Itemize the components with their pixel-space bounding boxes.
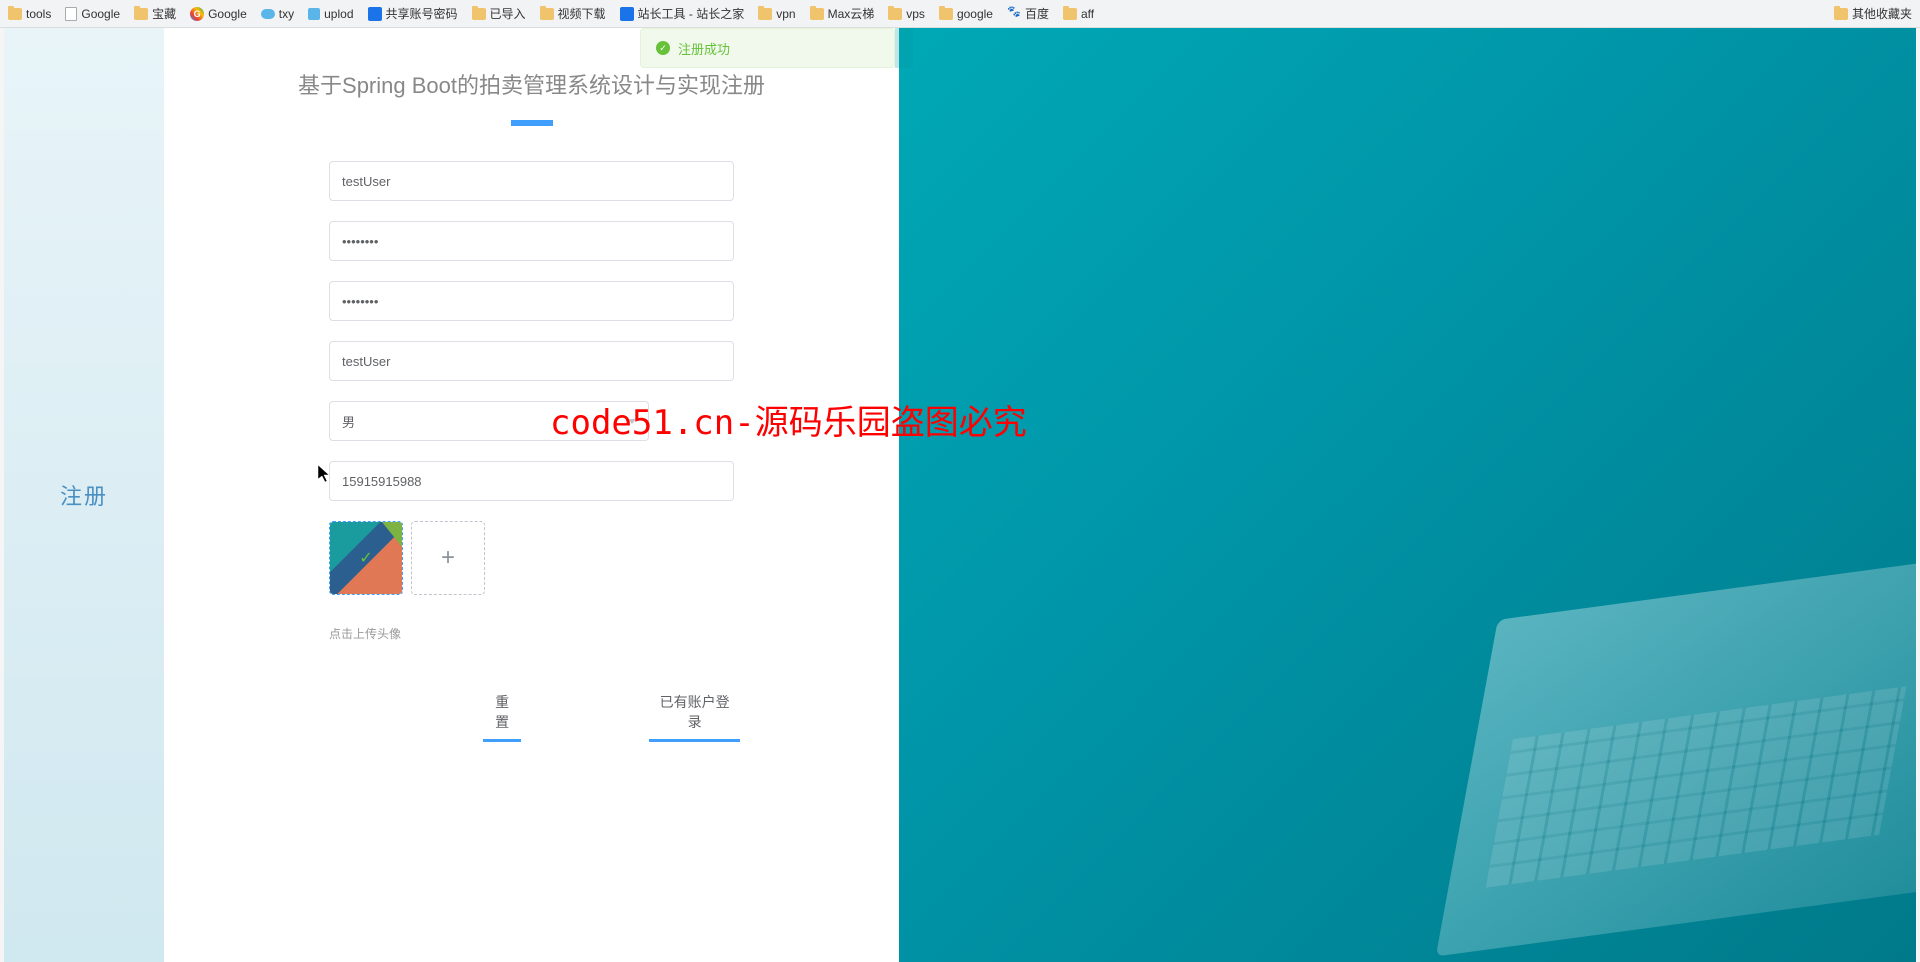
folder-icon [540, 8, 554, 20]
bookmark-label: aff [1081, 7, 1094, 21]
folder-icon [810, 8, 824, 20]
bookmark-left-group: tools Google 宝藏 G Google txy uplod 共享账号密码… [8, 5, 1094, 22]
username-input[interactable] [329, 161, 734, 201]
gender-select[interactable]: 男 [329, 401, 649, 441]
app-icon [620, 7, 634, 21]
bookmark-label: 共享账号密码 [386, 5, 458, 22]
bookmark-label: 视频下载 [558, 5, 606, 22]
bookmark-label: tools [26, 7, 51, 21]
folder-icon [8, 8, 22, 20]
title-underline [511, 120, 553, 126]
bookmark-zhanzhang[interactable]: 站长工具 - 站长之家 [620, 5, 745, 22]
bookmark-max[interactable]: Max云梯 [810, 5, 875, 22]
avatar-preview[interactable]: ✓ [329, 521, 403, 595]
upload-row: ✓ + [329, 521, 734, 595]
success-toast: ✓ 注册成功 [640, 28, 895, 68]
bookmark-label: txy [279, 7, 294, 21]
chevron-down-icon [628, 419, 636, 424]
success-icon: ✓ [656, 41, 670, 55]
bookmark-imported[interactable]: 已导入 [472, 5, 526, 22]
login-link-button[interactable]: 已有账户登录 [655, 692, 734, 742]
upload-icon [308, 8, 320, 20]
bookmark-google-folder[interactable]: google [939, 7, 993, 21]
confirm-password-input[interactable] [329, 281, 734, 321]
form-area: 基于Spring Boot的拍卖管理系统设计与实现注册 男 ✓ + 点 [164, 28, 899, 962]
check-icon: ✓ [359, 548, 372, 568]
cloud-icon [261, 9, 275, 19]
folder-icon [472, 8, 486, 20]
bookmark-other[interactable]: 其他收藏夹 [1834, 5, 1912, 22]
nickname-input[interactable] [329, 341, 734, 381]
bookmark-baozang[interactable]: 宝藏 [134, 5, 176, 22]
bookmark-label: vpn [776, 7, 795, 21]
bookmark-label: google [957, 7, 993, 21]
reset-button[interactable]: 重置 [489, 692, 515, 742]
sidebar: 注册 [4, 28, 164, 962]
gender-value: 男 [342, 412, 355, 431]
bookmark-aff[interactable]: aff [1063, 7, 1094, 21]
baidu-icon [1007, 7, 1021, 21]
toast-message: 注册成功 [678, 39, 730, 58]
bookmark-label: 站长工具 - 站长之家 [638, 5, 745, 22]
bookmark-label: vps [906, 7, 925, 21]
sidebar-title: 注册 [60, 479, 108, 511]
bookmark-google-g[interactable]: G Google [190, 7, 247, 21]
bookmark-google-page[interactable]: Google [65, 7, 120, 21]
bookmark-label: 百度 [1025, 5, 1049, 22]
bookmark-label: 其他收藏夹 [1852, 5, 1912, 22]
bookmark-tools[interactable]: tools [8, 7, 51, 21]
bookmark-vpn[interactable]: vpn [758, 7, 795, 21]
upload-add-button[interactable]: + [411, 521, 485, 595]
bookmark-video-download[interactable]: 视频下载 [540, 5, 606, 22]
bookmark-label: uplod [324, 7, 353, 21]
bookmark-bar: tools Google 宝藏 G Google txy uplod 共享账号密码… [0, 0, 1920, 28]
bookmark-label: 已导入 [490, 5, 526, 22]
folder-icon [939, 8, 953, 20]
main-container: 注册 基于Spring Boot的拍卖管理系统设计与实现注册 男 ✓ + [4, 28, 1916, 962]
plus-icon: + [441, 544, 455, 572]
password-input[interactable] [329, 221, 734, 261]
bookmark-uplod[interactable]: uplod [308, 7, 353, 21]
right-hero-panel [899, 28, 1916, 962]
page-title: 基于Spring Boot的拍卖管理系统设计与实现注册 [164, 68, 899, 100]
upload-hint: 点击上传头像 [329, 625, 734, 642]
bookmark-shared-accounts[interactable]: 共享账号密码 [368, 5, 458, 22]
bookmark-label: Max云梯 [828, 5, 875, 22]
page-icon [65, 7, 77, 21]
bookmark-label: Google [81, 7, 120, 21]
bookmark-label: Google [208, 7, 247, 21]
bookmark-vps[interactable]: vps [888, 7, 925, 21]
folder-icon [758, 8, 772, 20]
form-content: 男 ✓ + 点击上传头像 重置 已有账户登录 [164, 161, 899, 742]
bookmark-baidu[interactable]: 百度 [1007, 5, 1049, 22]
google-icon: G [190, 7, 204, 21]
folder-icon [1063, 8, 1077, 20]
phone-input[interactable] [329, 461, 734, 501]
toast-shadow [895, 28, 913, 68]
folder-icon [1834, 8, 1848, 20]
bookmark-txy[interactable]: txy [261, 7, 294, 21]
folder-icon [134, 8, 148, 20]
form-actions: 重置 已有账户登录 [329, 692, 734, 742]
app-icon [368, 7, 382, 21]
bookmark-label: 宝藏 [152, 5, 176, 22]
folder-icon [888, 8, 902, 20]
